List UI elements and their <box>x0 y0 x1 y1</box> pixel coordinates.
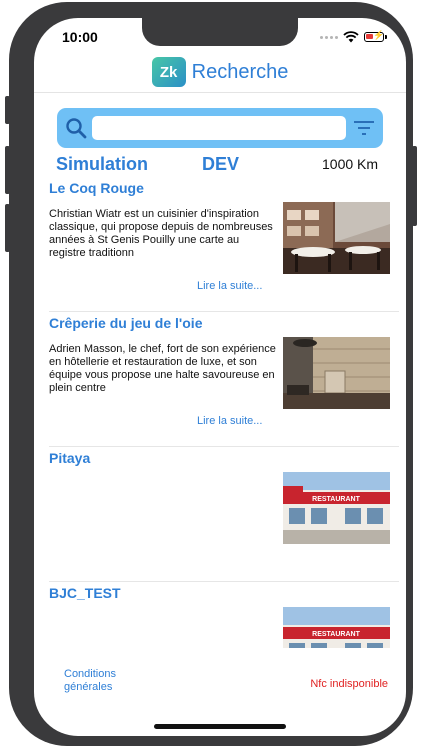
search-input[interactable] <box>92 116 346 140</box>
search-bar <box>57 108 383 148</box>
battery-icon: ⚡ <box>364 30 387 42</box>
wooden-interior-photo-icon <box>283 337 390 409</box>
restaurant-card[interactable]: Pitaya RESTAURANT <box>34 448 406 583</box>
restaurant-image[interactable] <box>283 337 390 409</box>
restaurant-card[interactable]: Le Coq Rouge Christian Wiatr est un cuis… <box>34 178 406 313</box>
restaurant-description: Adrien Masson, le chef, fort de son expé… <box>49 343 276 394</box>
search-icon[interactable] <box>65 117 87 139</box>
restaurant-image[interactable]: RESTAURANT <box>283 607 390 648</box>
terms-link[interactable]: Conditions générales <box>64 668 144 694</box>
app-header: Zk Recherche <box>34 54 406 90</box>
app-logo: Zk <box>151 57 186 87</box>
restaurant-name[interactable]: Crêperie du jeu de l'oie <box>49 315 202 331</box>
restaurant-building-photo-icon: RESTAURANT <box>283 607 390 648</box>
filter-subbar: Simulation DEV 1000 Km <box>34 154 406 176</box>
card-divider <box>49 446 399 447</box>
card-divider <box>49 581 399 582</box>
app-screen: 10:00 ⚡ Zk Recherche Simulation DEV 1000… <box>34 18 406 736</box>
wifi-icon <box>343 31 359 43</box>
restaurant-name[interactable]: Le Coq Rouge <box>49 180 144 196</box>
filter-icon[interactable] <box>353 120 375 136</box>
card-divider <box>49 311 399 312</box>
header-divider <box>34 92 406 93</box>
status-icons: ⚡ <box>320 30 387 43</box>
read-more-link[interactable]: Lire la suite... <box>197 415 262 427</box>
restaurant-sign: RESTAURANT <box>312 631 360 638</box>
restaurant-image[interactable] <box>283 202 390 274</box>
restaurant-interior-photo-icon <box>283 202 390 274</box>
phone-frame: 10:00 ⚡ Zk Recherche Simulation DEV 1000… <box>9 2 413 746</box>
notch <box>142 18 298 46</box>
status-time: 10:00 <box>62 29 98 45</box>
signal-dots-icon <box>320 35 338 39</box>
home-indicator[interactable] <box>154 724 286 729</box>
distance-label[interactable]: 1000 Km <box>322 156 378 172</box>
footer: Conditions générales Nfc indisponible <box>34 658 406 698</box>
restaurant-image[interactable]: RESTAURANT <box>283 472 390 544</box>
page-title: Recherche <box>191 60 289 83</box>
restaurant-building-photo-icon: RESTAURANT <box>283 472 390 544</box>
simulation-label[interactable]: Simulation <box>56 154 148 175</box>
restaurant-list[interactable]: Le Coq Rouge Christian Wiatr est un cuis… <box>34 178 406 648</box>
restaurant-card[interactable]: Crêperie du jeu de l'oie Adrien Masson, … <box>34 313 406 448</box>
restaurant-description: Christian Wiatr est un cuisinier d'inspi… <box>49 208 273 259</box>
restaurant-card[interactable]: BJC_TEST RESTAURANT <box>34 583 406 648</box>
environment-label: DEV <box>202 154 240 174</box>
restaurant-sign: RESTAURANT <box>312 496 360 503</box>
restaurant-name[interactable]: Pitaya <box>49 450 90 466</box>
nfc-status: Nfc indisponible <box>310 678 388 690</box>
restaurant-name[interactable]: BJC_TEST <box>49 585 121 601</box>
read-more-link[interactable]: Lire la suite... <box>197 280 262 292</box>
